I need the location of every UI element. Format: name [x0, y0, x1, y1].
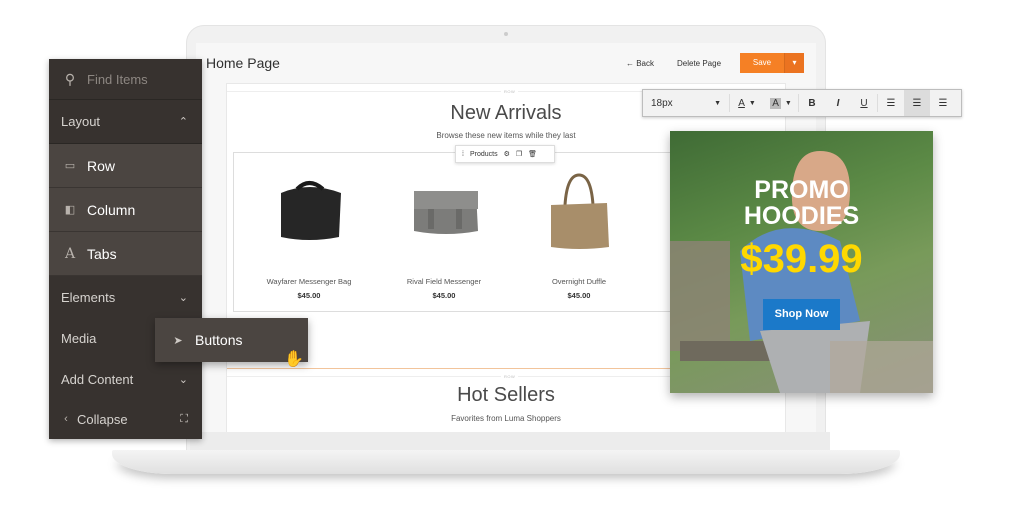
sidebar-item-tabs[interactable]: A Tabs	[49, 232, 202, 276]
products-block[interactable]: Wayfarer Messenger Bag $45.00 Rival Fiel…	[233, 152, 703, 312]
product-image	[414, 191, 478, 234]
text-color-icon: A	[738, 97, 745, 109]
cursor-arrow-icon: ➤	[173, 334, 183, 347]
underline-button[interactable]: U	[851, 90, 877, 116]
chevron-left-icon: ‹	[64, 413, 68, 425]
promo-price: $39.99	[740, 237, 863, 281]
tabs-icon: A	[64, 245, 76, 262]
page-builder-panel: ⚲ Find Items Layout ⌃ ▭ Row ◧ Column A T…	[49, 59, 202, 439]
product-name[interactable]: Overnight Duffle	[514, 277, 644, 286]
column-icon: ◧	[64, 204, 76, 216]
product-price: $45.00	[432, 291, 456, 300]
product-name[interactable]: Rival Field Messenger	[379, 277, 509, 286]
chevron-down-icon: ⌄	[178, 292, 188, 304]
save-button[interactable]: Save	[740, 53, 784, 73]
back-link[interactable]: ← Back	[626, 59, 654, 68]
shop-now-button[interactable]: Shop Now	[763, 299, 840, 330]
page-title: Home Page	[206, 55, 280, 71]
sidebar-item-column[interactable]: ◧ Column	[49, 188, 202, 232]
duplicate-icon[interactable]: ❐	[516, 150, 522, 158]
align-left-icon: ☰	[886, 97, 896, 109]
text-format-toolbar: 18px ▼ A ▼ A ▼ B I U ☰ ☰ ☰	[642, 89, 962, 117]
align-left-button[interactable]: ☰	[878, 90, 904, 116]
align-right-button[interactable]: ☰	[930, 90, 956, 116]
grab-hand-icon: ✋	[284, 351, 304, 368]
row-label: ROW	[501, 89, 519, 94]
laptop-base	[112, 450, 900, 474]
product-card[interactable]: Rival Field Messenger $45.00	[379, 153, 509, 311]
delete-icon[interactable]: 🗑	[528, 150, 537, 158]
products-toolbar: ⁞ Products ⚙ ❐ 🗑	[455, 145, 555, 163]
align-center-button[interactable]: ☰	[904, 90, 930, 116]
sidebar-section-label: Layout	[61, 114, 101, 129]
bold-button[interactable]: B	[799, 90, 825, 116]
settings-icon[interactable]: ⚙	[504, 150, 510, 158]
promo-line2: HOODIES	[743, 202, 860, 230]
product-price: $45.00	[567, 291, 591, 300]
fullscreen-icon[interactable]: ⛶	[180, 413, 188, 426]
sidebar-section-label: Media	[61, 331, 97, 346]
text-color-button[interactable]: A ▼	[730, 90, 764, 116]
highlight-color-button[interactable]: A ▼	[764, 90, 798, 116]
sidebar-section-elements[interactable]: Elements ⌄	[49, 276, 202, 320]
sidebar-item-label: Tabs	[87, 245, 117, 262]
italic-button[interactable]: I	[825, 90, 851, 116]
products-toolbar-label: Products	[469, 150, 498, 158]
chevron-up-icon: ⌃	[178, 116, 188, 128]
delete-page-link[interactable]: Delete Page	[677, 59, 721, 68]
product-card[interactable]: Overnight Duffle $45.00	[514, 153, 644, 311]
font-size-select[interactable]: 18px ▼	[643, 90, 729, 116]
dropdown-arrow-icon: ▼	[714, 99, 721, 107]
collapse-button[interactable]: ‹ Collapse ⛶	[49, 399, 202, 439]
row-label: ROW	[501, 374, 519, 379]
admin-header: Home Page ← Back Delete Page Save ▾	[196, 43, 816, 83]
product-card[interactable]: Wayfarer Messenger Bag $45.00	[244, 153, 374, 311]
font-size-value: 18px	[651, 97, 673, 109]
laptop-hinge	[190, 432, 830, 452]
product-price: $45.00	[297, 291, 321, 300]
sidebar-item-row[interactable]: ▭ Row	[49, 144, 202, 188]
sidebar-section-layout[interactable]: Layout ⌃	[49, 100, 202, 144]
search-input[interactable]: Find Items	[87, 72, 148, 87]
row-icon: ▭	[64, 160, 76, 172]
search-icon: ⚲	[64, 70, 76, 87]
sidebar-section-add-content[interactable]: Add Content ⌄	[49, 358, 202, 402]
dragging-item-label: Buttons	[195, 332, 243, 348]
sidebar-item-label: Column	[87, 201, 136, 218]
dropdown-arrow-icon: ▼	[784, 99, 792, 107]
sidebar-section-label: Elements	[61, 290, 116, 305]
promo-line1: PROMO	[754, 176, 849, 204]
dropdown-arrow-icon: ▼	[748, 99, 756, 107]
sidebar-item-label: Row	[87, 157, 116, 174]
search-field[interactable]: ⚲ Find Items	[49, 59, 202, 100]
promo-banner[interactable]: PROMO HOODIES $39.99 Shop Now	[670, 131, 933, 393]
hot-sellers-subtitle[interactable]: Favorites from Luma Shoppers	[227, 414, 785, 423]
align-center-icon: ☰	[912, 97, 922, 109]
save-dropdown-icon[interactable]: ▾	[784, 53, 804, 73]
product-image	[281, 181, 341, 240]
camera-dot	[504, 32, 508, 36]
highlight-icon: A	[770, 97, 781, 109]
drag-handle-icon[interactable]: ⁞	[462, 151, 464, 158]
chevron-down-icon: ⌄	[178, 374, 188, 386]
align-right-icon: ☰	[938, 97, 948, 109]
product-name[interactable]: Wayfarer Messenger Bag	[244, 277, 374, 286]
product-image	[551, 173, 609, 249]
collapse-label: Collapse	[77, 411, 128, 427]
sidebar-section-label: Add Content	[61, 372, 134, 387]
